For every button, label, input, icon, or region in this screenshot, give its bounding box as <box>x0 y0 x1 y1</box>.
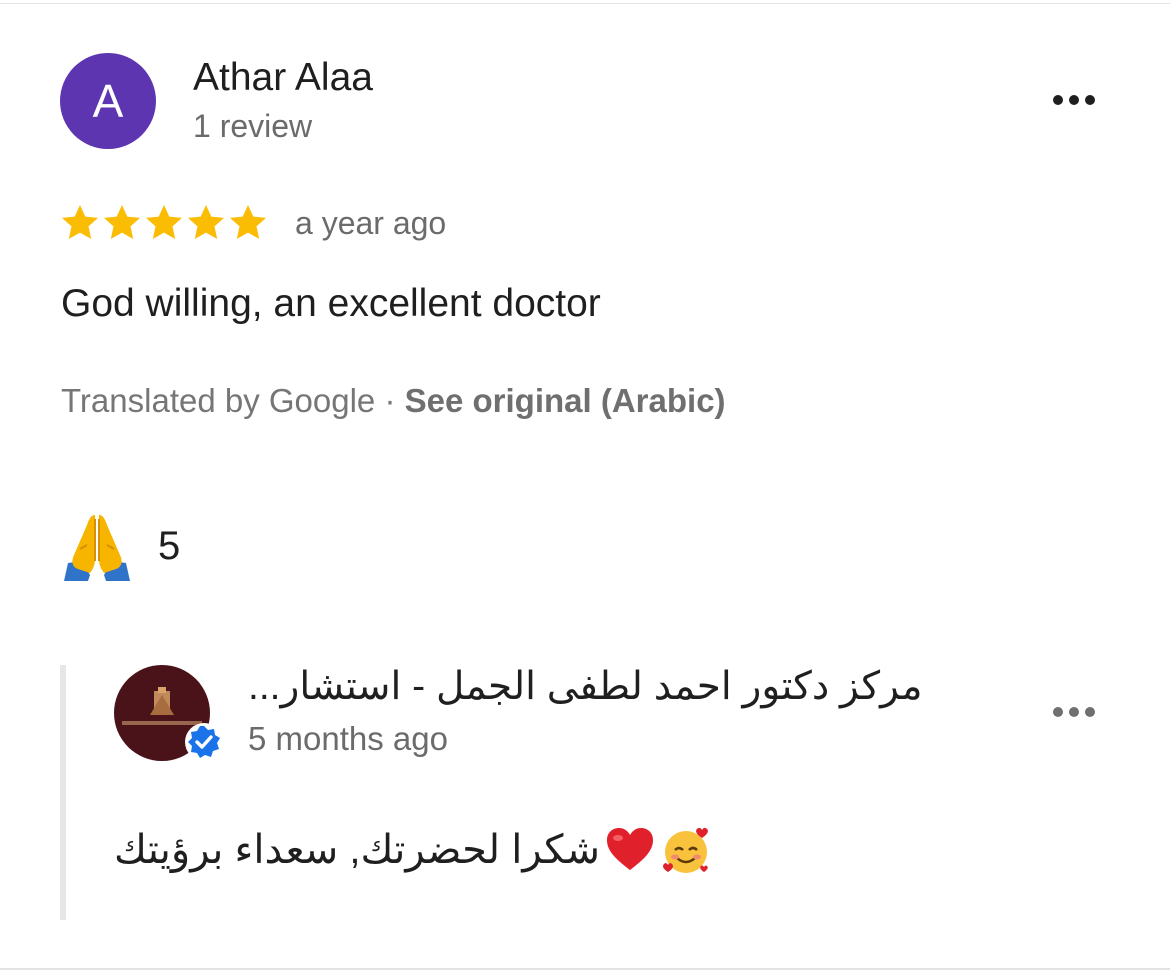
star-icon <box>230 205 266 239</box>
translation-note: Translated by Google · See original (Ara… <box>61 382 726 420</box>
owner-reply-time: 5 months ago <box>248 720 448 757</box>
review-more-options-button[interactable] <box>1044 80 1104 120</box>
owner-reply-text-line: شكرا لحضرتك, سعداء برؤيتك <box>114 822 712 878</box>
see-original-link[interactable]: See original (Arabic) <box>405 382 726 419</box>
review-time: a year ago <box>295 205 447 241</box>
smiling-face-with-hearts-icon <box>663 827 708 873</box>
reaction-button[interactable]: 5 <box>60 508 180 584</box>
owner-reply-text: شكرا لحضرتك, سعداء برؤيتك <box>114 828 601 872</box>
more-options-dot <box>1069 95 1079 105</box>
star-icon <box>104 205 140 239</box>
author-initial: A <box>92 75 124 127</box>
red-heart-icon <box>607 828 654 870</box>
star-icon <box>146 205 182 239</box>
top-divider <box>0 3 1170 4</box>
reaction-count: 5 <box>158 523 181 568</box>
review-text: God willing, an excellent doctor <box>61 282 601 325</box>
more-options-dot <box>1069 707 1079 717</box>
bottom-divider <box>0 968 1170 970</box>
author-review-count: 1 review <box>193 108 313 144</box>
author-avatar[interactable]: A <box>60 53 156 149</box>
folded-hands-icon <box>64 515 130 581</box>
translation-prefix: Translated by Google · <box>61 382 405 419</box>
author-name[interactable]: Athar Alaa <box>193 56 373 100</box>
more-options-icon <box>1053 707 1063 717</box>
verified-icon <box>185 723 223 761</box>
star-icon <box>188 205 224 239</box>
reply-indent-bar <box>60 665 66 920</box>
owner-name[interactable]: مركز دكتور احمد لطفى الجمل - استشار... <box>248 664 948 709</box>
star-rating <box>60 200 268 246</box>
more-options-dot <box>1085 95 1095 105</box>
more-options-dot <box>1085 707 1095 717</box>
more-options-icon <box>1053 95 1063 105</box>
star-icon <box>62 205 98 239</box>
reply-more-options-button[interactable] <box>1044 692 1104 732</box>
